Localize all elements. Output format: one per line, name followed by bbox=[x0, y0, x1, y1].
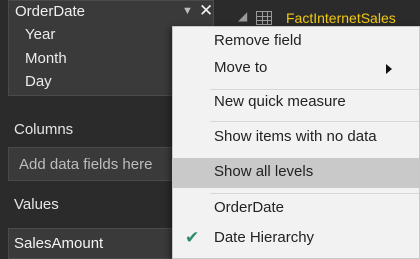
chevron-down-icon[interactable]: ▼ bbox=[182, 5, 193, 17]
menu-item-date-hierarchy[interactable]: ✔ Date Hierarchy bbox=[173, 224, 419, 254]
caret-down-icon[interactable]: ◢ bbox=[238, 9, 247, 23]
menu-item-orderdate[interactable]: OrderDate bbox=[173, 194, 419, 224]
menu-separator bbox=[210, 121, 419, 122]
hierarchy-level-month[interactable]: Month bbox=[25, 50, 67, 67]
columns-placeholder: Add data fields here bbox=[19, 156, 153, 173]
hierarchy-level-day[interactable]: Day bbox=[25, 73, 52, 90]
checkmark-icon: ✔ bbox=[185, 228, 200, 247]
context-menu: Remove field Move to New quick measure S… bbox=[172, 26, 420, 259]
close-icon[interactable]: ✕ bbox=[199, 1, 213, 21]
menu-item-new-quick-measure[interactable]: New quick measure bbox=[173, 88, 419, 118]
values-section-label: Values bbox=[14, 196, 59, 213]
menu-item-label: Move to bbox=[214, 59, 268, 76]
columns-section-label: Columns bbox=[14, 121, 74, 138]
submenu-arrow-icon bbox=[386, 64, 392, 74]
menu-item-label: Show items with no data bbox=[214, 128, 377, 145]
menu-item-show-all-levels[interactable]: Show all levels bbox=[173, 158, 419, 188]
table-name[interactable]: FactInternetSales bbox=[286, 10, 396, 26]
menu-item-remove-field[interactable]: Remove field bbox=[173, 27, 419, 57]
hierarchy-level-year[interactable]: Year bbox=[25, 26, 55, 43]
menu-item-move-to[interactable]: Move to bbox=[173, 54, 419, 84]
menu-item-label: OrderDate bbox=[214, 199, 285, 216]
values-field-salesamount[interactable]: SalesAmount bbox=[14, 235, 103, 252]
menu-item-show-items-with-no-data[interactable]: Show items with no data bbox=[173, 123, 419, 153]
menu-item-label: Show all levels bbox=[214, 163, 314, 180]
table-icon bbox=[256, 11, 272, 25]
menu-item-label: Remove field bbox=[214, 32, 302, 49]
menu-item-label: Date Hierarchy bbox=[214, 229, 315, 246]
orderdate-field-label[interactable]: OrderDate bbox=[15, 3, 85, 20]
menu-item-label: New quick measure bbox=[214, 93, 346, 110]
